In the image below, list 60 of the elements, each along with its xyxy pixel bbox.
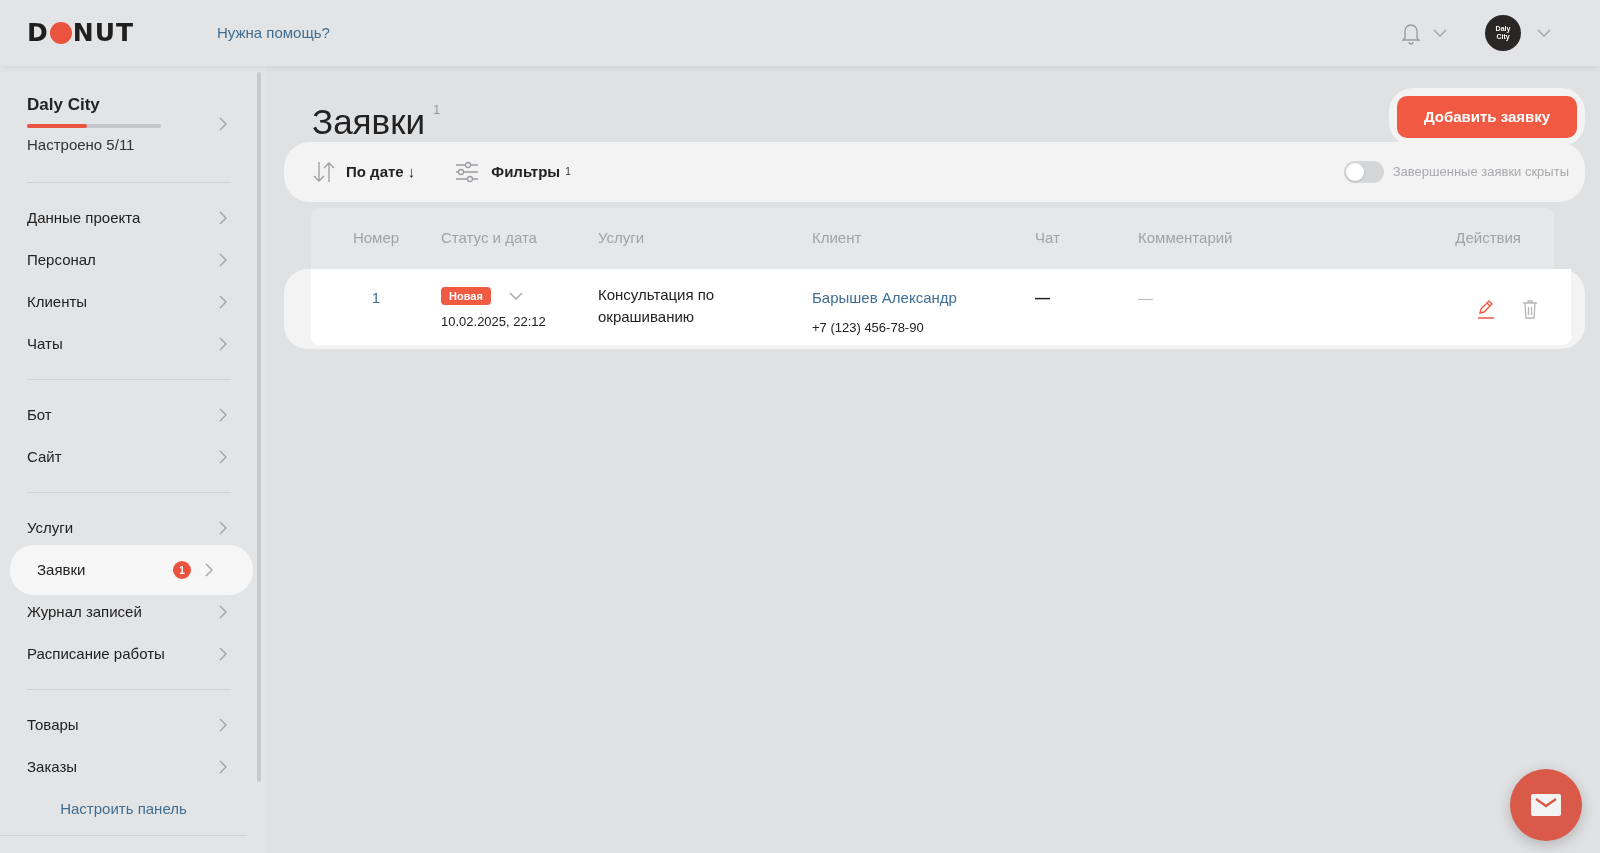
sidebar-item[interactable]: Бот: [0, 394, 267, 436]
column-header: Действия: [1455, 228, 1521, 249]
toggle-label: Завершенные заявки скрыты: [1392, 163, 1569, 182]
chevron-right-icon: [219, 337, 227, 351]
sort-button[interactable]: По дате ↓: [312, 160, 416, 184]
column-header: Статус и дата: [441, 228, 537, 249]
caret-icon[interactable]: [1433, 29, 1447, 37]
chevron-right-icon: [219, 295, 227, 309]
help-link[interactable]: Нужна помощь?: [217, 21, 330, 45]
row-number[interactable]: 1: [371, 287, 381, 310]
column-header: Услуги: [598, 228, 645, 249]
chevron-right-icon: [219, 408, 227, 422]
count-badge: 1: [173, 561, 191, 579]
chevron-right-icon: [219, 211, 227, 225]
mail-icon: [1531, 794, 1561, 816]
trash-icon[interactable]: [1522, 299, 1538, 319]
request-date: 10.02.2025, 22:12: [441, 313, 547, 331]
chevron-right-icon: [219, 760, 227, 774]
sidebar-item[interactable]: Заявки 1: [10, 545, 253, 595]
column-header: Комментарий: [1138, 228, 1233, 249]
progress-label: Настроено 5/11: [27, 134, 136, 155]
service-text: Консультация по окрашиванию: [598, 285, 716, 327]
chevron-right-icon: [219, 521, 227, 535]
filters-count: 1: [565, 164, 571, 179]
client-phone: +7 (123) 456-78-90: [812, 318, 925, 337]
chevron-right-icon: [205, 563, 213, 577]
status-badge: Новая: [441, 287, 491, 305]
sort-icon: [312, 161, 336, 183]
sliders-icon: [455, 161, 480, 183]
column-header: Номер: [352, 228, 400, 249]
donut-logo[interactable]: D NUT: [27, 14, 145, 52]
status-caret-icon[interactable]: [508, 292, 523, 300]
chevron-right-icon: [219, 718, 227, 732]
customize-panel-link[interactable]: Настроить панель: [60, 798, 187, 821]
column-header: Чат: [1035, 228, 1060, 249]
toggle-switch[interactable]: [1343, 161, 1384, 183]
chevron-right-icon: [219, 647, 227, 661]
project-name: Daly City: [27, 94, 101, 116]
sidebar-item[interactable]: Сайт: [0, 436, 267, 478]
chevron-right-icon: [219, 117, 227, 131]
bell-icon[interactable]: [1401, 21, 1421, 45]
sidebar-item[interactable]: Персонал: [0, 239, 267, 281]
chevron-right-icon: [219, 605, 227, 619]
sidebar-item[interactable]: Товары: [0, 704, 267, 746]
chevron-right-icon: [219, 450, 227, 464]
column-header: Клиент: [812, 228, 862, 249]
sidebar-item[interactable]: Чаты: [0, 323, 267, 365]
edit-icon[interactable]: [1476, 299, 1496, 319]
sidebar-item[interactable]: Данные проекта: [0, 197, 267, 239]
title-count: 1: [433, 101, 441, 119]
filters-button[interactable]: Фильтры: [455, 160, 561, 184]
sidebar-item[interactable]: Расписание работы: [0, 633, 267, 675]
chat-value: —: [1035, 288, 1050, 308]
comment-value: —: [1138, 288, 1153, 308]
sidebar-item[interactable]: Заказы: [0, 746, 267, 788]
caret-icon[interactable]: [1537, 29, 1551, 37]
chevron-right-icon: [219, 253, 227, 267]
sidebar-item[interactable]: Клиенты: [0, 281, 267, 323]
client-link[interactable]: Барышев Александр: [812, 287, 1035, 310]
page-title: Заявки: [312, 101, 425, 143]
